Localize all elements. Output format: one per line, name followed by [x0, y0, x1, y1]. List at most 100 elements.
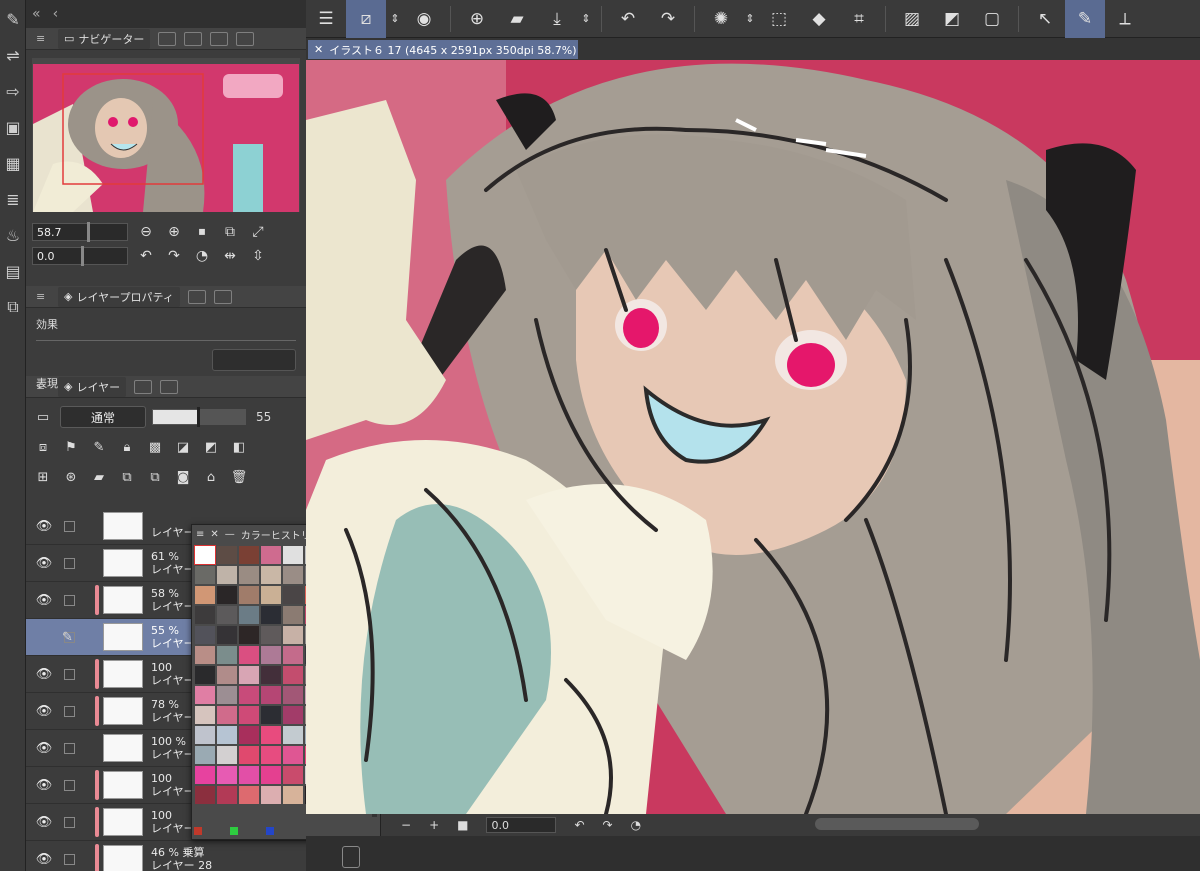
tab-layer[interactable]: ◈ レイヤー — [58, 376, 127, 397]
collapse-icon[interactable]: « — [32, 6, 41, 22]
nodes-icon[interactable]: ⧉ — [2, 296, 24, 318]
color-swatch[interactable] — [195, 626, 215, 644]
color-swatch[interactable] — [261, 686, 281, 704]
new-vector-layer-icon[interactable]: ⊛ — [60, 467, 82, 487]
eye-icon[interactable]: 👁︎ — [26, 741, 62, 756]
color-swatch[interactable] — [283, 686, 303, 704]
mask-create-icon[interactable]: ◙ — [172, 467, 194, 487]
color-swatch[interactable] — [239, 746, 259, 764]
layer-checkbox[interactable] — [64, 853, 75, 865]
new-folder-icon[interactable]: ▰ — [88, 467, 110, 487]
reset-rotation-icon[interactable]: ◔ — [192, 246, 212, 266]
tab-icon[interactable] — [187, 289, 206, 304]
mask-icon[interactable]: ◪ — [172, 437, 194, 457]
lines-icon[interactable]: ≣ — [2, 188, 24, 210]
color-swatch[interactable] — [217, 666, 237, 684]
camera-icon[interactable]: ⌂ — [200, 467, 222, 487]
menu-icon[interactable]: ≡ — [196, 529, 204, 540]
expand-icon[interactable]: ⤢ — [248, 222, 268, 242]
fill-bucket-icon[interactable]: ◆ — [799, 0, 839, 38]
color-swatch[interactable] — [195, 606, 215, 624]
zoom-field[interactable]: 58.7 — [32, 222, 128, 242]
ruler-icon[interactable]: ⟂ — [1105, 0, 1145, 38]
eye-icon[interactable]: 👁︎ — [26, 519, 62, 534]
tab-icon[interactable] — [236, 31, 255, 46]
color-swatch[interactable] — [283, 766, 303, 784]
color-swatch[interactable] — [239, 686, 259, 704]
menu-icon[interactable]: ☰ — [306, 0, 346, 38]
color-swatch[interactable] — [239, 666, 259, 684]
rotate-slider-knob[interactable] — [81, 246, 84, 266]
transform-icon[interactable]: ⧄ — [346, 0, 386, 38]
open-folder-icon[interactable]: ▰ — [497, 0, 537, 38]
zoom-in-icon[interactable]: + — [429, 818, 439, 832]
rotate-right-icon[interactable]: ↷ — [603, 818, 613, 832]
color-swatch[interactable] — [239, 586, 259, 604]
navigator-preview[interactable] — [32, 58, 300, 212]
spinner-icon[interactable]: ✺ — [701, 0, 741, 38]
color-swatch[interactable] — [239, 566, 259, 584]
color-swatch[interactable] — [283, 586, 303, 604]
updown-icon[interactable]: ⇕ — [577, 0, 595, 38]
tab-layer-property[interactable]: ◈ レイヤープロパティ — [58, 286, 180, 307]
horizontal-scrollbar[interactable] — [815, 818, 979, 830]
color-swatch[interactable] — [217, 646, 237, 664]
color-swatch[interactable] — [261, 706, 281, 724]
opacity-knob[interactable] — [197, 407, 200, 427]
layer-checkbox[interactable] — [64, 594, 75, 606]
eye-icon[interactable]: 👁︎ — [26, 593, 62, 608]
color-swatch[interactable] — [195, 646, 215, 664]
color-swatch[interactable] — [217, 546, 237, 564]
color-swatch[interactable] — [261, 626, 281, 644]
zoom-in-icon[interactable]: ⊕ — [164, 222, 184, 242]
stop-icon[interactable]: ■ — [457, 818, 468, 832]
layer-checkbox[interactable] — [64, 742, 75, 754]
zoom-slider-knob[interactable] — [87, 222, 90, 242]
layer-color-icon[interactable]: ▭ — [32, 407, 54, 427]
color-swatch[interactable] — [239, 626, 259, 644]
reference-icon[interactable]: ⚑ — [60, 437, 82, 457]
gradient-icon[interactable]: ◩ — [200, 437, 222, 457]
tab-icon[interactable] — [160, 379, 179, 394]
zoom-out-icon[interactable]: − — [401, 818, 411, 832]
color-swatch[interactable] — [217, 606, 237, 624]
color-swatch[interactable] — [283, 706, 303, 724]
gradient-icon[interactable]: ◩ — [932, 0, 972, 38]
effect-toggle-group[interactable] — [212, 349, 296, 371]
tab-icon[interactable] — [158, 31, 177, 46]
transform-grid-icon[interactable]: ⌗ — [839, 0, 879, 38]
stop-icon[interactable]: ⏹ — [192, 222, 212, 242]
panel-icon[interactable]: ▤ — [2, 260, 24, 282]
rotation-field[interactable]: 0.0 — [486, 817, 557, 833]
mask-icon[interactable]: ▨ — [892, 0, 932, 38]
eye-icon[interactable]: 👁︎ — [26, 704, 62, 719]
grid-icon[interactable]: ▦ — [2, 152, 24, 174]
color-swatch[interactable] — [194, 545, 216, 565]
color-swatch[interactable] — [195, 766, 215, 784]
color-swatch[interactable] — [283, 786, 303, 804]
brush-tool-icon[interactable]: ✎ — [2, 8, 24, 30]
merge-down-icon[interactable]: ⧉ — [144, 467, 166, 487]
tab-icon[interactable] — [210, 31, 229, 46]
color-swatch[interactable] — [195, 786, 215, 804]
flip-horizontal-icon[interactable]: ⇹ — [220, 246, 240, 266]
color-swatch[interactable] — [217, 626, 237, 644]
color-swatch[interactable] — [283, 606, 303, 624]
color-swatch[interactable] — [261, 586, 281, 604]
flip-vertical-icon[interactable]: ⇳ — [248, 246, 268, 266]
color-swatch[interactable] — [261, 786, 281, 804]
color-swatch[interactable] — [217, 786, 237, 804]
color-swatch[interactable] — [283, 726, 303, 744]
select-box-icon[interactable]: ▢ — [972, 0, 1012, 38]
slider-tool-icon[interactable]: ⇌ — [2, 44, 24, 66]
color-swatch[interactable] — [261, 746, 281, 764]
color-swatch[interactable] — [239, 706, 259, 724]
blend-mode-select[interactable]: 通常 — [60, 406, 146, 428]
layer-checkbox[interactable] — [64, 520, 75, 532]
drops-icon[interactable]: ♨ — [2, 224, 24, 246]
trash-icon[interactable]: 🗑︎ — [228, 467, 250, 487]
color-swatch[interactable] — [261, 646, 281, 664]
color-swatch[interactable] — [261, 726, 281, 744]
tab-icon[interactable] — [134, 379, 153, 394]
color-swatch[interactable] — [217, 586, 237, 604]
